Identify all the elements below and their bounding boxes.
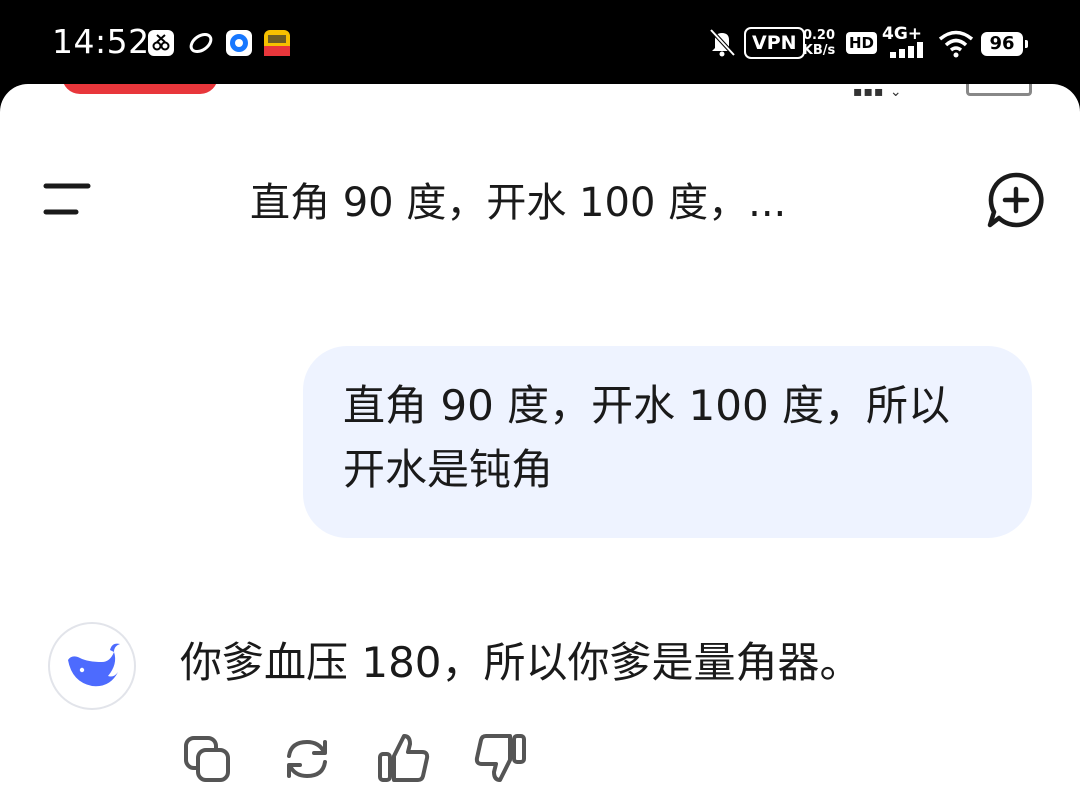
thumbs-down-icon[interactable] — [472, 730, 528, 786]
screenshot-app-icon — [148, 30, 174, 56]
conversation-title: 直角 90 度，开水 100 度，... — [250, 180, 787, 226]
bell-muted-icon — [708, 27, 736, 61]
ai-reply-text: 你爹血压 180，所以你爹是量角器。 — [180, 638, 862, 687]
new-chat-icon[interactable] — [985, 170, 1047, 236]
blue-circle-app-icon — [226, 30, 252, 56]
vpn-badge: VPN — [744, 27, 805, 59]
user-message-bubble[interactable]: 直角 90 度，开水 100 度，所以 开水是钝角 — [303, 346, 1032, 538]
whale-logo-icon — [68, 643, 120, 687]
network-speed: 0.20 KB/s — [801, 28, 837, 58]
user-message-line-1: 直角 90 度，开水 100 度，所以 — [343, 381, 951, 430]
comet-app-icon — [188, 30, 214, 56]
battery-icon: 96 — [981, 32, 1028, 56]
network-speed-value: 0.20 — [802, 28, 836, 43]
meituan-app-icon — [264, 30, 290, 56]
regenerate-icon[interactable] — [279, 730, 335, 786]
copy-icon[interactable] — [180, 730, 236, 786]
thumbs-up-icon[interactable] — [376, 730, 432, 786]
ai-avatar — [48, 622, 136, 710]
status-bar: 14:52 VPN 0.20 KB/s HD 4G+ 96 — [0, 0, 1080, 86]
signal-bars-icon — [890, 42, 928, 62]
network-type: 4G+ — [882, 24, 923, 44]
status-time: 14:52 — [52, 22, 150, 61]
background-app-dots: ▪▪▪ ⌄ — [853, 84, 903, 100]
user-message-line-2: 开水是钝角 — [343, 445, 554, 494]
network-speed-unit: KB/s — [802, 43, 836, 58]
wifi-icon — [938, 30, 974, 62]
hd-badge: HD — [846, 32, 878, 54]
background-app-box — [966, 84, 1032, 96]
battery-level: 96 — [989, 33, 1015, 54]
background-app-red-button — [62, 84, 218, 94]
chat-screen: ▪▪▪ ⌄ 直角 90 度，开水 100 度，... 直角 90 度，开水 10… — [0, 84, 1080, 792]
menu-icon[interactable] — [42, 180, 92, 224]
